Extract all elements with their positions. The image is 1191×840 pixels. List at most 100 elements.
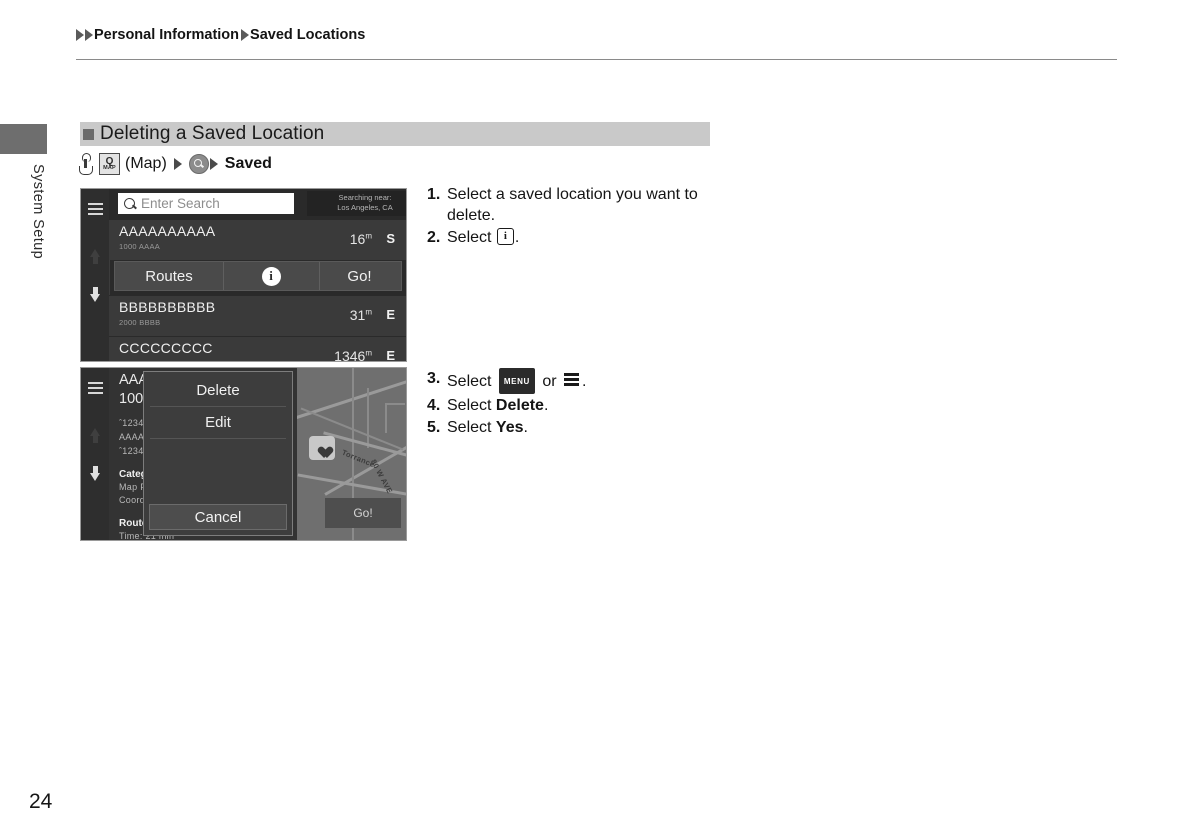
instruction-step: 5. Select Yes. [427,417,727,438]
cancel-button[interactable]: Cancel [149,504,287,530]
nav-screenshot-delete-dialog: Torrance 80 W AVE Go! AAAAA 1000 A ˆ1234… [80,367,407,541]
step-text: Select Delete. [447,395,727,416]
step-suffix: . [543,397,549,414]
list-item-address: 1000 AAAA [119,242,161,251]
step-prefix: Select [447,373,496,390]
step-prefix: Select [447,229,496,246]
map-background[interactable]: Torrance 80 W AVE Go! [297,368,406,540]
map-go-button[interactable]: Go! [325,498,401,528]
hamburger-menu-icon[interactable] [88,382,103,397]
nav-left-rail [81,368,110,540]
step-number: 5. [427,419,441,436]
hamburger-menu-icon[interactable] [88,203,103,218]
section-tab: System Setup [0,124,47,259]
map-road [385,403,387,433]
nav-left-rail [81,189,110,361]
list-item-direction: E [386,307,395,322]
hamburger-menu-icon [564,373,580,388]
command-path-destination: Saved [224,155,272,172]
list-item-direction: E [386,348,395,362]
page-number: 24 [29,790,53,813]
delete-menu-item[interactable]: Delete [148,376,288,404]
section-tab-block [0,124,47,154]
scroll-up-arrow-icon[interactable] [90,249,100,264]
map-road [385,403,405,405]
search-icon [124,198,135,209]
magnifier-circle-icon [188,154,209,174]
info-button[interactable]: i [223,262,320,290]
context-menu-dialog: Delete Edit Cancel [143,371,293,536]
step-number: 1. [427,186,441,203]
step-target: Yes [495,419,524,436]
info-circle-icon: i [261,266,281,286]
list-item-address: 2000 BBBB [119,318,161,327]
scroll-down-arrow-icon[interactable] [90,466,100,481]
searching-near-label: Searching near: [338,193,392,202]
heart-pin-icon [309,436,335,460]
step-suffix: . [582,373,587,390]
breadcrumb-arrow-icon [241,29,250,41]
instruction-step: 3. Select MENU or . [427,368,727,394]
section-heading-text: Deleting a Saved Location [100,123,325,144]
menu-divider [150,406,286,407]
instruction-step: 4. Select Delete. [427,395,727,416]
menu-hard-button-icon: MENU [498,368,535,394]
map-road [367,388,369,448]
list-item-distance: 31m [349,307,372,323]
scroll-up-arrow-icon[interactable] [90,428,100,443]
instruction-step: 1. Select a saved location you want to d… [427,184,727,226]
header-divider [76,59,1117,60]
list-item-distance: 1346m [334,348,372,362]
breadcrumb-arrow-icon [85,29,93,41]
instruction-steps-group-1: 1. Select a saved location you want to d… [427,184,727,249]
step-text: Select a saved location you want to dele… [447,186,698,224]
list-item-direction: S [386,231,395,246]
step-prefix: Select [447,397,496,414]
list-item[interactable]: BBBBBBBBBB 2000 BBBB 31m E [109,295,406,336]
nav-screenshot-saved-list: Enter Search Searching near: Los Angeles… [80,188,407,362]
breadcrumb: Personal Information Saved Locations [76,27,367,43]
step-text: Select . [447,226,727,248]
step-suffix: . [523,419,528,436]
section-bullet-icon [83,128,94,140]
search-placeholder: Enter Search [141,196,220,211]
nav-search-row: Enter Search Searching near: Los Angeles… [109,189,406,219]
finger-press-icon [79,153,93,175]
section-tab-label: System Setup [30,164,46,260]
menu-divider [150,438,286,439]
scroll-down-arrow-icon[interactable] [90,287,100,302]
map-button-sublabel: MAP [103,164,116,171]
go-button[interactable]: Go! [318,262,401,290]
instruction-steps-group-2: 3. Select MENU or . 4. Select Delete. 5.… [427,368,727,439]
breadcrumb-level-1: Personal Information [94,27,240,43]
list-item[interactable]: AAAAAAAAAA 1000 AAAA 16m S [109,219,406,260]
info-square-icon [496,226,514,247]
edit-menu-item[interactable]: Edit [148,408,288,436]
list-item[interactable]: CCCCCCCCC 1346m E [109,336,406,362]
searching-near-box[interactable]: Searching near: Los Angeles, CA [307,191,406,216]
map-hard-button-icon: Q MAP [99,153,120,175]
step-target: Delete [495,397,544,414]
step-number: 3. [427,370,441,387]
list-item-name: BBBBBBBBBB [119,299,216,315]
list-item-action-bar: Routes i Go! [114,261,402,291]
instruction-step: 2. Select . [427,226,727,248]
list-item-name: CCCCCCCCC [119,340,213,356]
step-prefix: Select [447,419,496,436]
routes-button[interactable]: Routes [115,262,224,290]
step-suffix: . [514,229,520,246]
list-item-name: AAAAAAAAAA [119,223,216,239]
step-text: Select MENU or . [447,368,727,394]
section-heading: Deleting a Saved Location [80,122,710,146]
step-text: Select Yes. [447,417,727,438]
step-number: 4. [427,397,441,414]
list-item-distance: 16m [349,231,372,247]
searching-near-value: Los Angeles, CA [337,203,393,212]
step-middle: or [537,373,562,390]
command-path-map-label: (Map) [125,155,167,172]
command-path: Q MAP (Map) Saved [79,153,278,175]
breadcrumb-arrow-icon [76,29,84,41]
search-input[interactable]: Enter Search [118,193,294,214]
command-path-arrow-icon [173,158,182,170]
step-number: 2. [427,229,441,246]
